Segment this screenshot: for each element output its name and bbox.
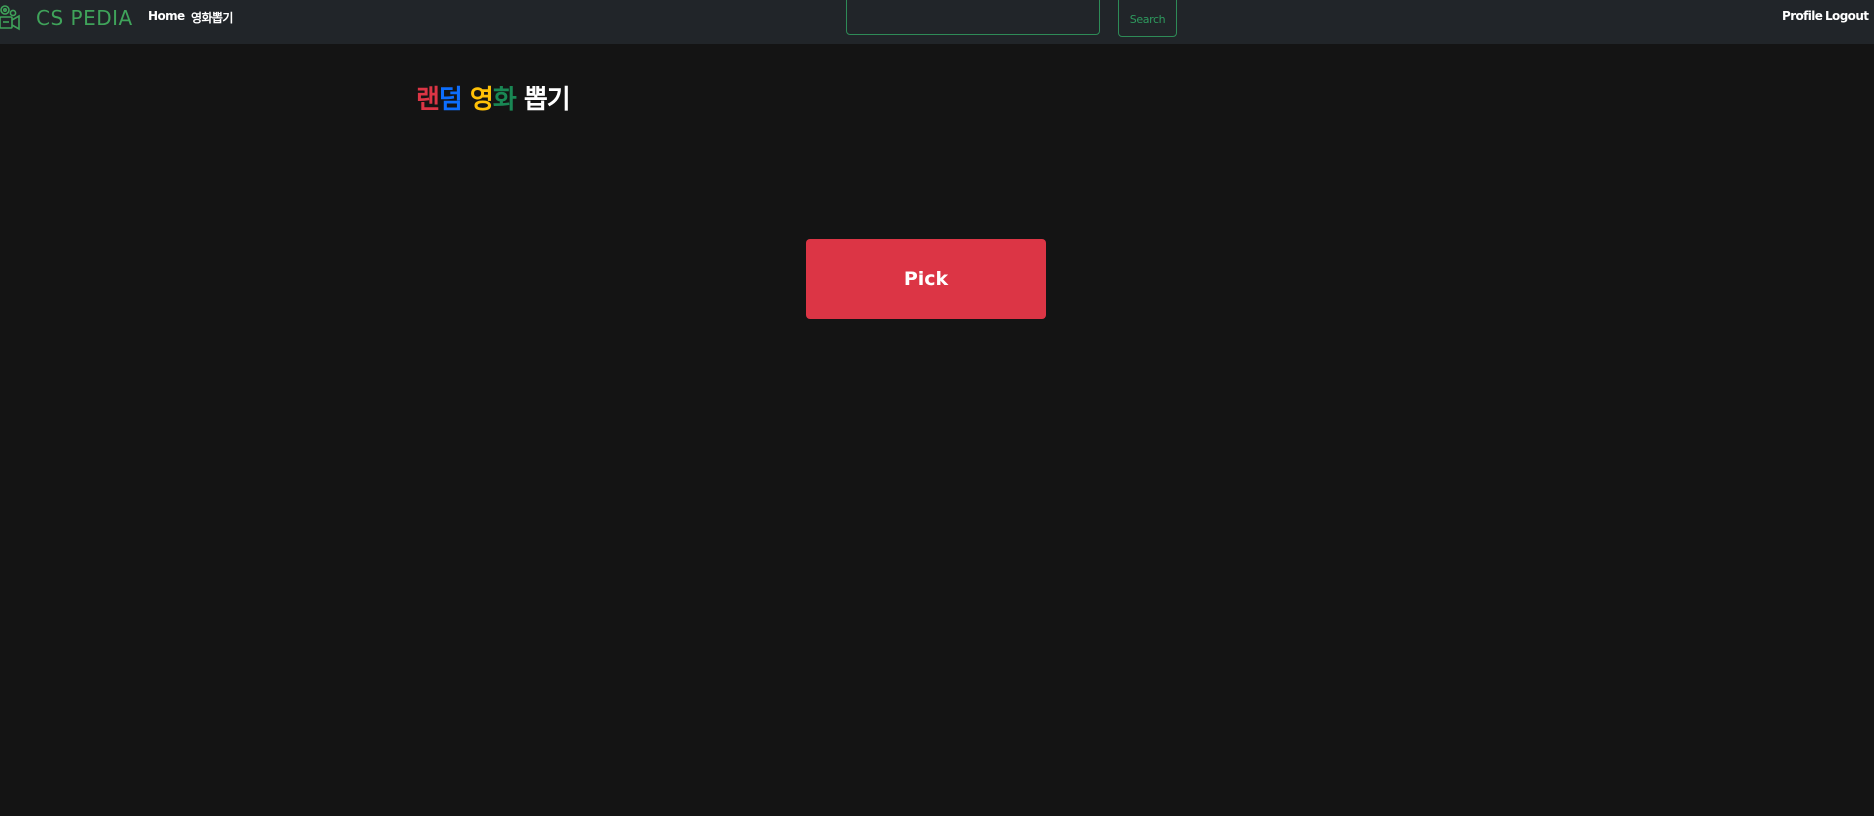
nav-link-logout[interactable]: Logout: [1825, 9, 1869, 23]
title-char: 덤: [438, 85, 463, 115]
pick-button[interactable]: Pick: [806, 239, 1046, 319]
title-char: 영: [469, 85, 494, 115]
nav-link-movie-pick[interactable]: 영화뽑기: [191, 9, 233, 26]
movie-camera-icon: [0, 1, 22, 35]
title-space: [462, 85, 470, 115]
top-navbar: CS PEDIA Home 영화뽑기 Search Profile Logout: [0, 0, 1874, 44]
title-char: 랜: [416, 85, 440, 115]
title-word: 뽑기: [523, 85, 571, 115]
brand[interactable]: CS PEDIA: [0, 0, 133, 36]
nav-link-home[interactable]: Home: [148, 9, 185, 23]
nav-link-profile[interactable]: Profile: [1782, 9, 1823, 23]
search-input[interactable]: [846, 0, 1100, 35]
brand-title: CS PEDIA: [36, 6, 133, 30]
title-space: [516, 85, 524, 115]
page-title: 랜덤 영화 뽑기: [416, 80, 571, 120]
search-button[interactable]: Search: [1118, 0, 1177, 37]
title-char: 화: [492, 85, 517, 115]
